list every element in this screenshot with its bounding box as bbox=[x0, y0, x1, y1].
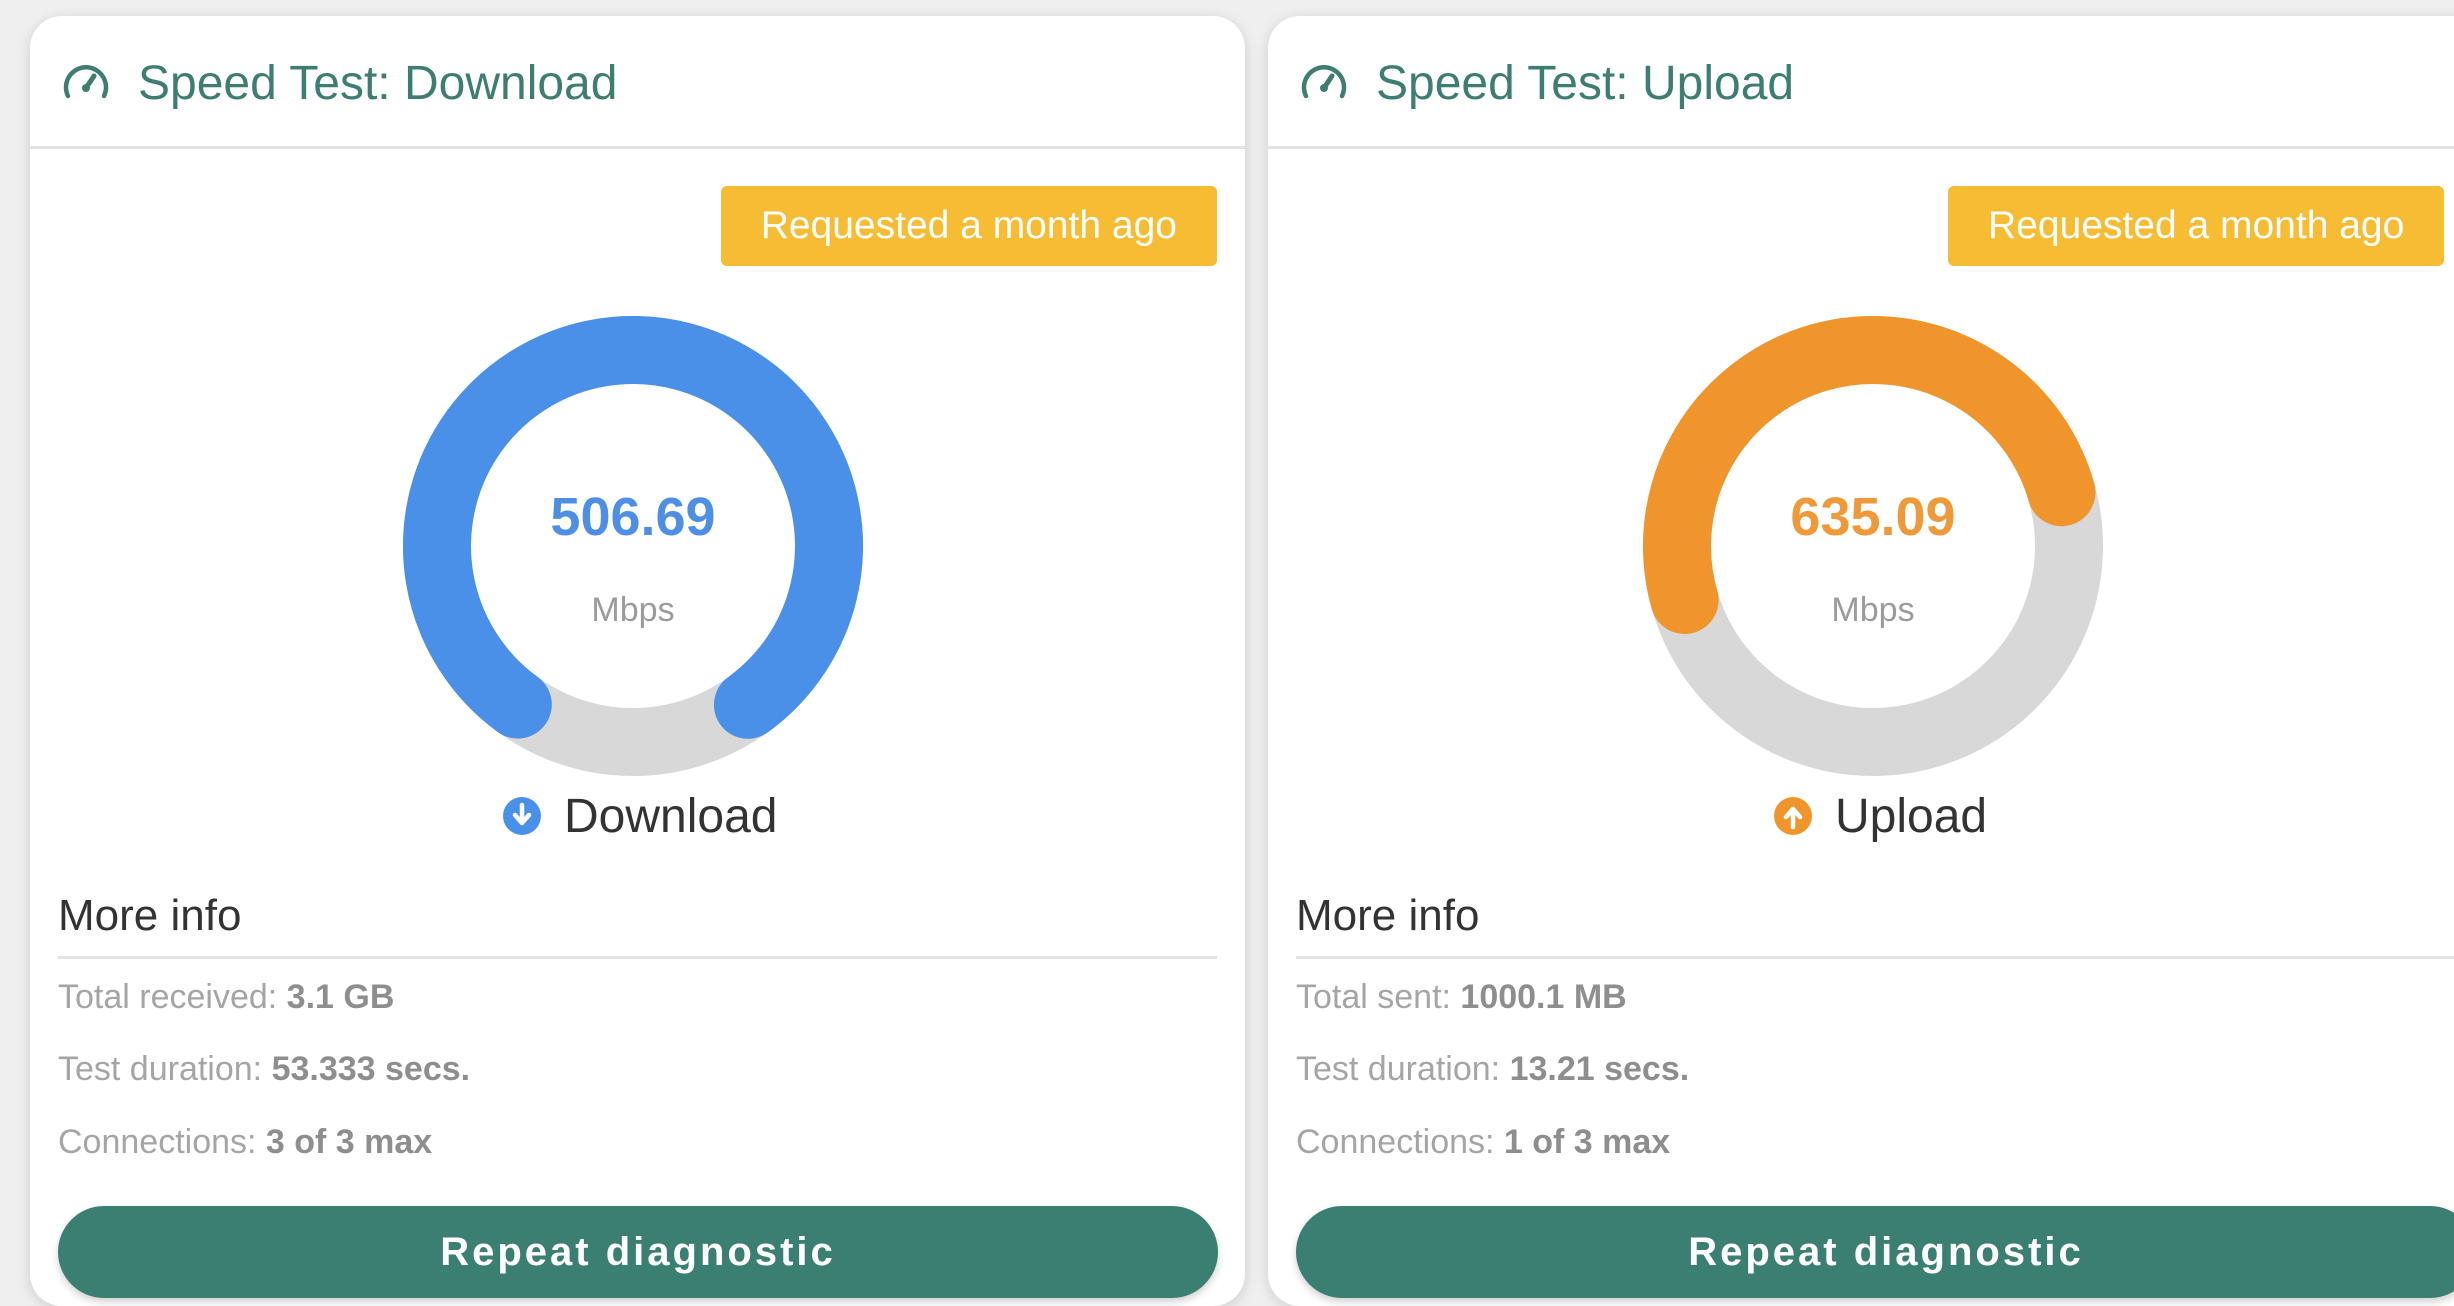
info-test-duration: Test duration: 53.333 secs. bbox=[58, 1050, 470, 1089]
info-value: 53.333 secs. bbox=[271, 1050, 471, 1088]
info-label: Connections: bbox=[1296, 1123, 1504, 1161]
gauge-unit: Mbps bbox=[591, 591, 675, 629]
info-label: Total received: bbox=[58, 978, 287, 1016]
download-card: Speed Test: Download Requested a month a… bbox=[30, 16, 1245, 1306]
info-label: Total sent: bbox=[1296, 978, 1461, 1016]
upload-card: Speed Test: Upload Requested a month ago… bbox=[1268, 16, 2454, 1306]
info-label: Test duration: bbox=[1296, 1050, 1510, 1088]
info-test-duration: Test duration: 13.21 secs. bbox=[1296, 1050, 1689, 1089]
info-value: 3.1 GB bbox=[286, 978, 395, 1016]
card-title: Speed Test: Upload bbox=[1376, 57, 1795, 110]
info-value: 3 of 3 max bbox=[265, 1123, 433, 1161]
card-header: Speed Test: Download bbox=[30, 16, 1245, 149]
repeat-diagnostic-button[interactable]: Repeat diagnostic bbox=[58, 1206, 1218, 1298]
requested-badge: Requested a month ago bbox=[720, 186, 1217, 266]
upload-circle-icon bbox=[1774, 797, 1812, 835]
info-label: Test duration: bbox=[58, 1050, 272, 1088]
speedometer-icon bbox=[63, 65, 109, 99]
info-value: 1000.1 MB bbox=[1460, 978, 1627, 1016]
more-info-heading: More info bbox=[58, 886, 1217, 959]
info-connections: Connections: 1 of 3 max bbox=[1296, 1123, 1670, 1162]
info-total-sent: Total sent: 1000.1 MB bbox=[1296, 978, 1627, 1017]
gauge-value: 635.09 bbox=[1790, 487, 1956, 547]
legend-label: Upload bbox=[1835, 789, 1988, 843]
download-circle-icon bbox=[503, 797, 541, 835]
info-connections: Connections: 3 of 3 max bbox=[58, 1123, 432, 1162]
legend-upload: Upload bbox=[1773, 786, 1987, 846]
legend-download: Download bbox=[502, 786, 777, 846]
gauge-unit: Mbps bbox=[1831, 591, 1915, 629]
more-info-heading: More info bbox=[1296, 886, 2454, 959]
info-label: Connections: bbox=[58, 1123, 266, 1161]
card-header: Speed Test: Upload bbox=[1268, 16, 2454, 149]
info-total-received: Total received: 3.1 GB bbox=[58, 978, 394, 1017]
legend-label: Download bbox=[564, 789, 778, 843]
speedometer-icon bbox=[1301, 65, 1347, 99]
info-value: 13.21 secs. bbox=[1509, 1050, 1690, 1088]
requested-badge: Requested a month ago bbox=[1948, 186, 2445, 266]
info-value: 1 of 3 max bbox=[1503, 1123, 1671, 1161]
card-title: Speed Test: Download bbox=[138, 57, 618, 110]
repeat-diagnostic-button[interactable]: Repeat diagnostic bbox=[1296, 1206, 2454, 1298]
gauge-value: 506.69 bbox=[550, 487, 716, 547]
